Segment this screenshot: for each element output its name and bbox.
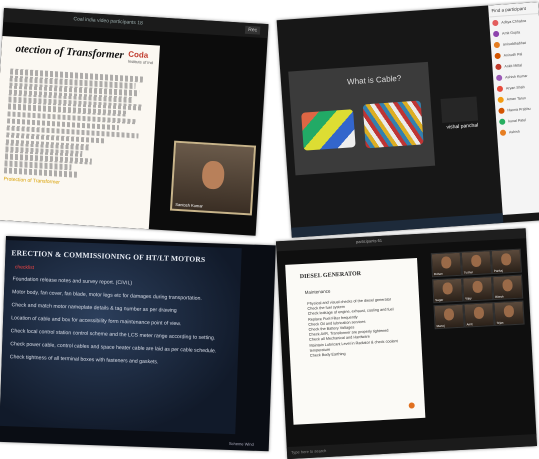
participant-name: Aditya Chhabra [501, 18, 527, 25]
slide-diesel-generator: DIESEL GENERATOR Maintenance Physical an… [285, 258, 426, 425]
video-tile[interactable]: Manoj [433, 303, 465, 330]
participant-name: Aman Tarun [506, 95, 527, 101]
screenshot-cable: What is Cable? vishal panchal Find a par… [276, 2, 539, 238]
checklist-item: Check and match motor nameplate details … [11, 302, 177, 315]
participants-panel: Find a participant Aditya Chhabra Amit G… [488, 2, 539, 215]
person-avatar [201, 160, 226, 190]
tile-name: Ritesh [495, 294, 504, 299]
screenshot-motors: ERECTION & COMMISSIONING OF HT/LT MOTORS… [0, 236, 276, 452]
avatar [494, 52, 501, 59]
checklist-item: Check local control station control sche… [10, 328, 216, 342]
avatar [497, 96, 504, 103]
screenshot-diesel-generator: participants 61 DIESEL GENERATOR Mainten… [275, 228, 537, 459]
avatar [495, 63, 502, 70]
cable-image-2 [362, 100, 424, 149]
avatar [499, 118, 506, 125]
slide-motors: ERECTION & COMMISSIONING OF HT/LT MOTORS… [0, 239, 242, 435]
video-tile[interactable]: Vijay [462, 276, 494, 302]
presenter-video-tile[interactable]: Santosh Kumar [169, 140, 257, 216]
checklist: Physical and visual checks of the diesel… [307, 296, 414, 359]
checklist-item: Check tightness of all terminal boxes wi… [9, 354, 159, 366]
tile-name: Rohan [433, 271, 443, 277]
slide-footer: Scheme Wind [228, 440, 254, 447]
slide-subtitle: Maintenance [304, 288, 331, 295]
slide-transformer: otection of Transformer Coda Institute o… [0, 35, 160, 230]
highlight-text: Protection of Transformer [3, 176, 61, 186]
tile-name: Amit [466, 322, 473, 327]
checklist: Foundation release notes and survey repo… [9, 276, 234, 375]
video-tile[interactable]: Tejas [493, 300, 525, 327]
window-title-bar: Coal india video participants 18 [3, 8, 269, 39]
avatar [495, 74, 503, 81]
participant-name: kunal Patel [508, 117, 527, 123]
checklist-item: Foundation release notes and survey repo… [12, 276, 133, 287]
slide-number-badge [408, 402, 415, 409]
tile-name: Vijay [465, 296, 472, 301]
cable-image-1 [301, 109, 356, 151]
tile-name: Pankaj [493, 268, 504, 274]
checklist-item: Check power cable, control cables and sp… [10, 341, 217, 355]
tile-name: Tushar [463, 270, 474, 275]
tile-name: Manoj [436, 323, 445, 329]
presenter-video-tile[interactable] [440, 96, 479, 123]
participant-name: Ashish [508, 129, 520, 134]
presenter-name: vishal panchal [446, 122, 479, 131]
slide-body: Protection of Transformer [3, 68, 150, 191]
logo-subtext: Institute of Ind [127, 58, 154, 66]
participant-name: aniruddhabhat [502, 40, 526, 47]
video-tile[interactable]: Sagar [432, 277, 464, 304]
slide-title: ERECTION & COMMISSIONING OF HT/LT MOTORS [11, 248, 206, 264]
participant-name: Aryan Shah [505, 84, 525, 90]
slide-subtitle: checklist [14, 264, 35, 271]
participant-list: Aditya Chhabra Amit Gupta aniruddhabhat … [489, 14, 539, 138]
avatar [496, 85, 504, 92]
avatar [492, 19, 499, 26]
participant-name: Ashish Kumar [505, 73, 528, 79]
video-tile[interactable]: Pankaj [490, 248, 522, 275]
checklist-item: Location of cable and box for accessibil… [11, 315, 182, 328]
tile-name: Tejas [496, 320, 504, 325]
presenter-name: Santosh Kumar [175, 201, 204, 209]
slide-title: DIESEL GENERATOR [299, 270, 362, 281]
video-tile[interactable]: Tushar [460, 250, 492, 276]
participant-row[interactable]: Ashish [497, 124, 539, 138]
video-grid: Rohan Tushar Pankaj Sagar Vijay Ritesh M… [427, 248, 525, 330]
coda-logo: Coda Institute of Ind [128, 50, 154, 66]
participant-name: Hanna Prabhu [507, 106, 531, 112]
participant-name: Ankit Mittal [504, 62, 523, 68]
slide-title: otection of Transformer [15, 42, 125, 62]
avatar [493, 41, 501, 48]
taskbar-search[interactable]: Type here to search [286, 434, 537, 459]
video-tile[interactable]: Rohan [430, 251, 462, 278]
slide-title: What is Cable? [346, 73, 402, 87]
record-button[interactable]: Rec [244, 25, 261, 35]
video-tile[interactable]: Ritesh [492, 274, 524, 301]
screenshot-transformer: Coal india video participants 18 Rec ote… [0, 8, 269, 236]
checklist-item: Motor body, fan cover, fan blade, motor … [11, 289, 202, 302]
avatar [492, 30, 500, 37]
tile-name: Sagar [435, 297, 444, 303]
video-tile[interactable]: Amit [463, 302, 495, 328]
avatar [499, 129, 507, 136]
participant-name: Amit Gupta [501, 29, 521, 36]
avatar [498, 107, 505, 114]
participant-name: Anirudh Pal [503, 51, 523, 58]
slide-cable: What is Cable? [288, 61, 436, 176]
